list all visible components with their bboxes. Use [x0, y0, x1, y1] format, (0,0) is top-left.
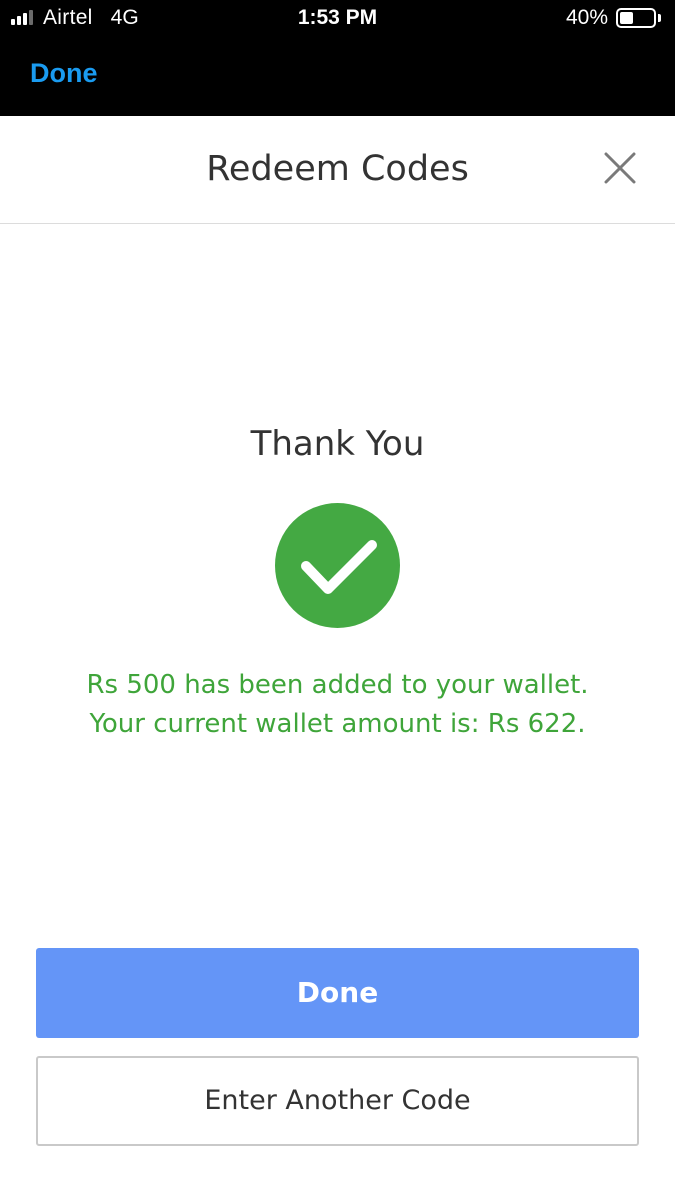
- battery-tip: [658, 14, 661, 22]
- battery-info: 40%: [566, 6, 661, 30]
- success-badge: [275, 503, 400, 628]
- battery-icon: [616, 8, 656, 28]
- done-button[interactable]: Done: [36, 948, 639, 1038]
- wallet-added-message: Rs 500 has been added to your wallet.: [86, 670, 589, 700]
- close-icon: [604, 152, 636, 184]
- page-title: Redeem Codes: [206, 149, 469, 189]
- modal-header: Redeem Codes: [0, 116, 675, 224]
- enter-another-code-button[interactable]: Enter Another Code: [36, 1056, 639, 1146]
- browser-done-button[interactable]: Done: [30, 58, 98, 89]
- checkmark-icon: [301, 540, 377, 594]
- status-bar: Airtel 4G 1:53 PM 40%: [0, 0, 675, 36]
- wallet-balance-message: Your current wallet amount is: Rs 622.: [89, 709, 586, 739]
- close-button[interactable]: [598, 146, 642, 190]
- thank-you-heading: Thank You: [250, 424, 425, 464]
- battery-percent: 40%: [565, 6, 608, 29]
- browser-toolbar: Done: [0, 36, 675, 116]
- battery-level-fill: [620, 12, 633, 24]
